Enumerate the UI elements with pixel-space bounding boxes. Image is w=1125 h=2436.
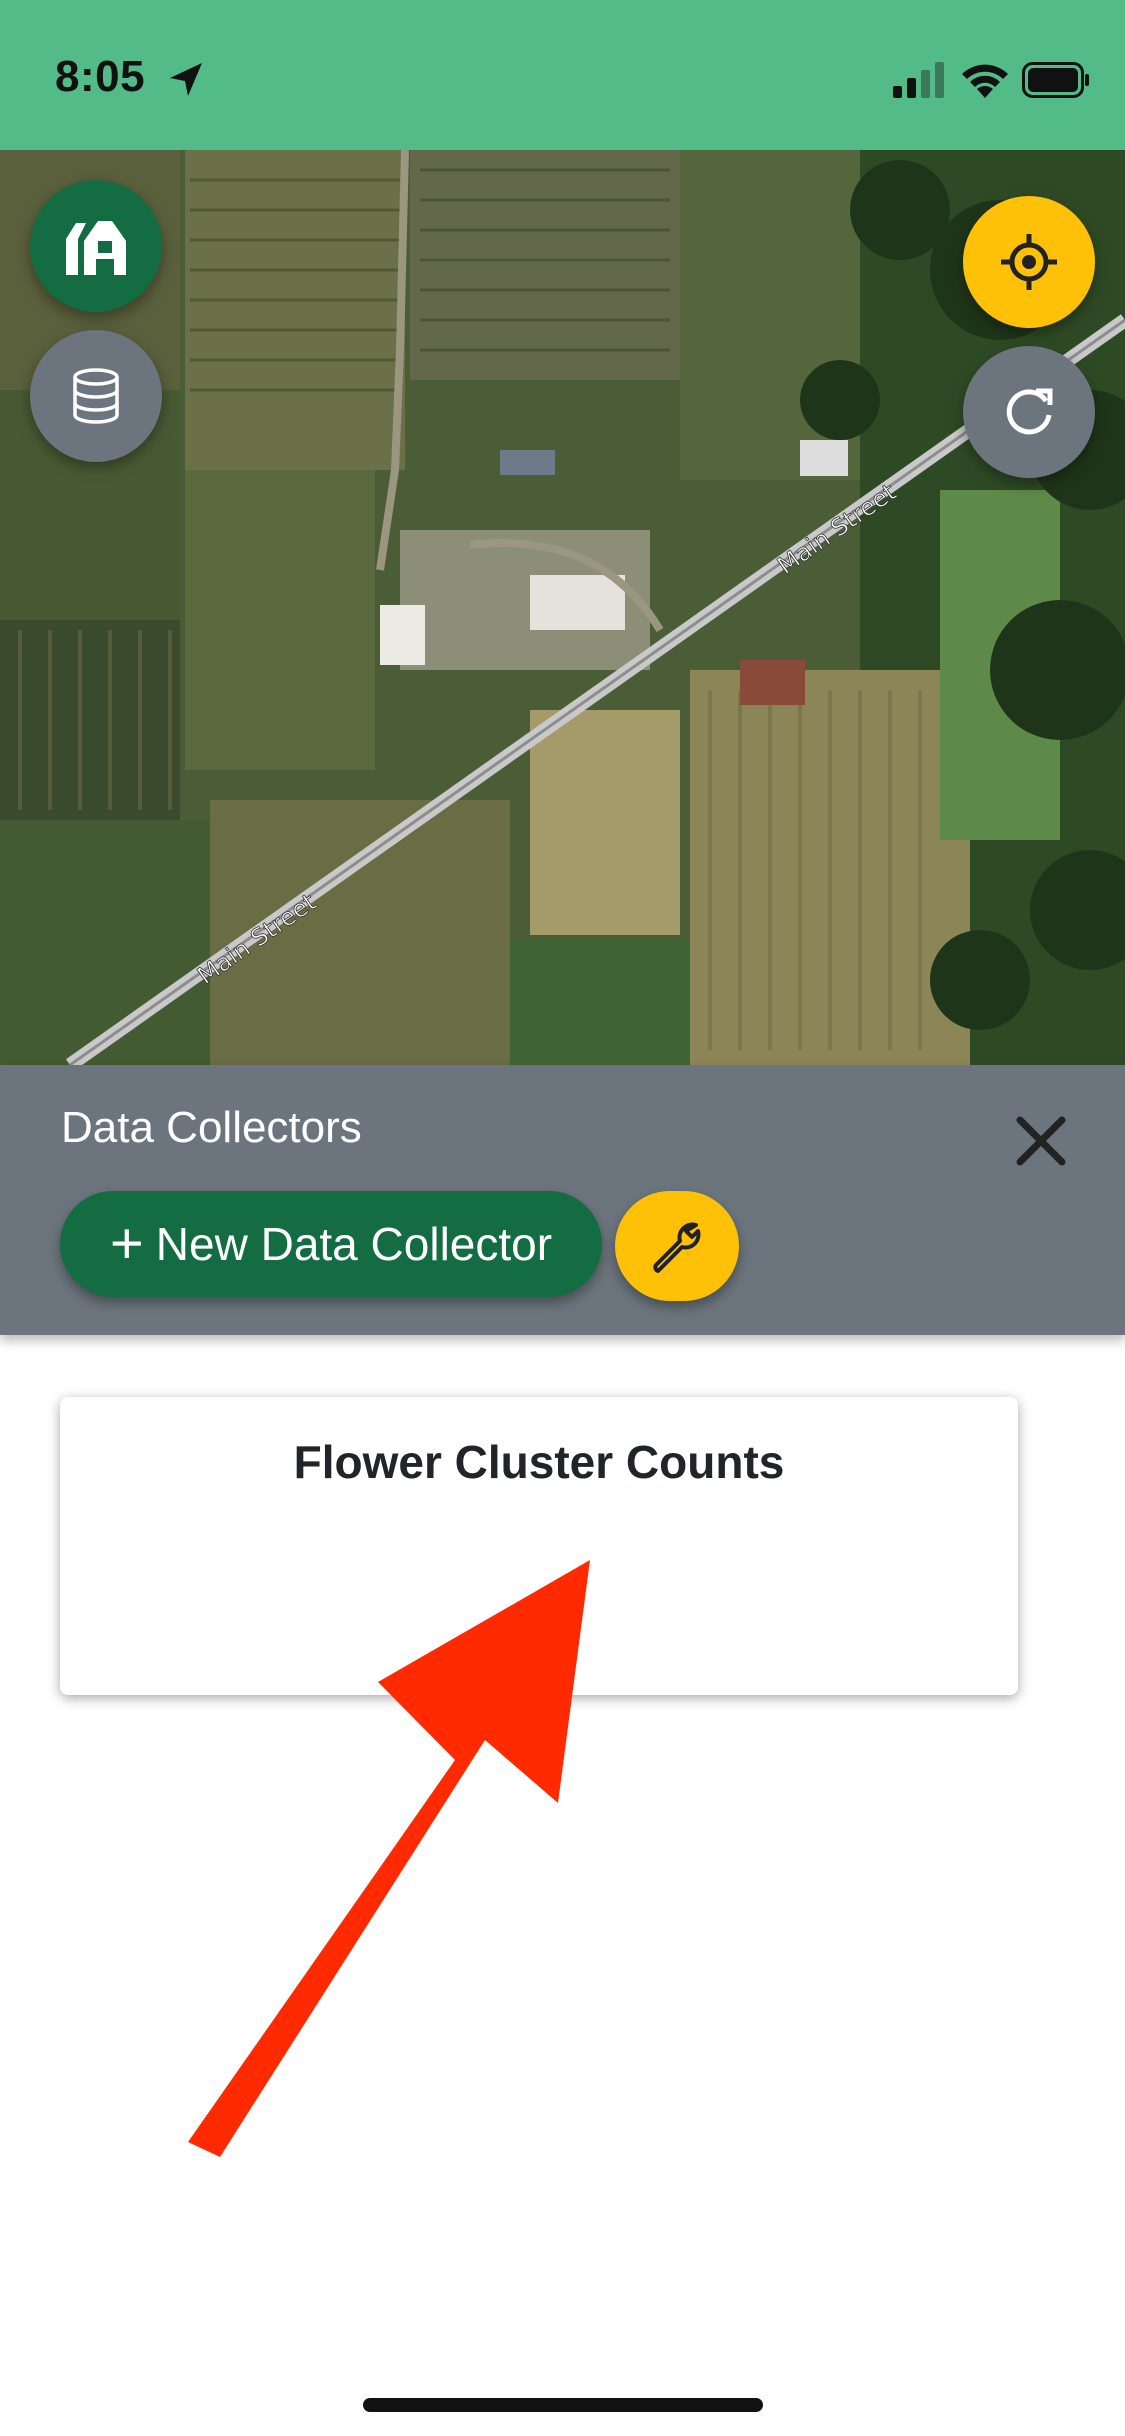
close-icon[interactable] (1010, 1110, 1072, 1172)
panel-title: Data Collectors (61, 1103, 362, 1152)
cellular-signal-icon (893, 62, 944, 98)
status-time: 8:05 (55, 52, 146, 101)
wifi-icon (962, 64, 1008, 98)
locate-button[interactable] (963, 196, 1095, 328)
settings-button[interactable] (615, 1191, 739, 1301)
farm-icon (66, 221, 126, 275)
new-data-collector-button[interactable]: + New Data Collector (60, 1191, 602, 1297)
crosshair-icon (1001, 234, 1057, 290)
battery-icon (1022, 62, 1089, 98)
refresh-button[interactable] (963, 346, 1095, 478)
wrench-icon (653, 1222, 701, 1273)
refresh-icon (1006, 388, 1053, 435)
status-bar: 8:05 (0, 0, 1125, 150)
map-imagery: Main Street Main Street (0, 150, 1125, 1065)
satellite-map[interactable]: Main Street Main Street (0, 150, 1125, 1065)
farm-button[interactable] (30, 180, 162, 312)
new-data-collector-label: New Data Collector (155, 1218, 553, 1270)
layers-button[interactable] (30, 330, 162, 462)
location-arrow-icon (170, 63, 202, 96)
home-indicator[interactable] (363, 2398, 763, 2412)
database-icon (73, 368, 119, 424)
collector-card-title: Flower Cluster Counts (293, 1436, 785, 1488)
data-collectors-panel: Data Collectors + New Data Collector (0, 1065, 1125, 1335)
plus-icon: + (109, 1211, 144, 1276)
collector-card[interactable]: Flower Cluster Counts (60, 1397, 1018, 1695)
